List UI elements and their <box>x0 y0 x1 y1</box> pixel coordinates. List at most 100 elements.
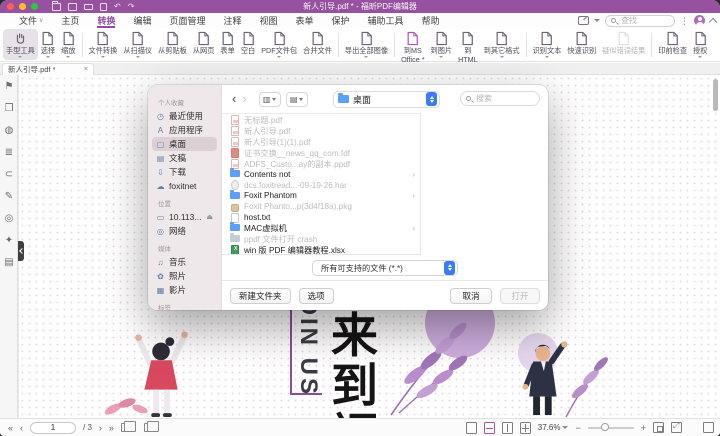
menu-item[interactable]: 保护 <box>323 13 359 28</box>
first-page-icon[interactable]: « <box>8 423 13 433</box>
sidebar-item[interactable]: ▢桌面 <box>152 137 217 151</box>
back-icon[interactable]: ‹ <box>232 92 236 106</box>
ribbon-tool[interactable]: 从网页 <box>190 29 218 60</box>
sidebar-item[interactable]: Ａ应用程序 <box>152 123 217 137</box>
undo-icon[interactable]: ↶ <box>114 0 121 13</box>
tab-close-icon[interactable]: × <box>84 66 88 73</box>
menu-item[interactable]: 编辑 <box>124 13 160 28</box>
zoom-slider[interactable] <box>588 427 634 429</box>
cancel-button[interactable]: 取消 <box>450 288 492 304</box>
sidebar-item[interactable]: ⇩下载 <box>152 165 217 179</box>
forward-icon[interactable]: › <box>242 92 246 106</box>
file-row[interactable]: Foxit Phantom› <box>222 191 420 202</box>
reading-mode-icon[interactable] <box>703 422 714 433</box>
ribbon-tool[interactable]: PDF文件包 <box>258 29 300 60</box>
sidebar-item[interactable]: ♫音乐 <box>152 255 217 269</box>
zoom-in-icon[interactable]: + <box>641 423 646 433</box>
sidebar-item[interactable]: ◷最近使用 <box>152 109 217 123</box>
ribbon-tool[interactable]: 从扫描仪 <box>120 29 155 60</box>
zoom-level[interactable]: 37.6% <box>538 423 569 432</box>
menu-item[interactable]: 辅助工具 <box>359 13 413 28</box>
single-page-view-icon[interactable] <box>466 422 477 434</box>
menu-item[interactable]: 文件∨ <box>10 13 52 28</box>
ribbon-tool[interactable]: 识别文本 <box>530 29 565 60</box>
page-number-input[interactable] <box>30 422 76 434</box>
ribbon-tool[interactable]: 缩放 <box>58 29 78 60</box>
zoom-out-icon[interactable]: − <box>575 423 580 433</box>
ribbon-tool[interactable]: 快速识别 <box>564 29 599 60</box>
sidebar-item[interactable]: ▭10.113...⏏ <box>152 210 217 224</box>
form-fields-icon[interactable]: ▤ <box>0 251 18 273</box>
zoom-slider-knob[interactable] <box>601 423 609 431</box>
file-row[interactable]: MAC虚拟机› <box>222 223 420 234</box>
ribbon-tool[interactable]: 从剪贴板 <box>155 29 190 60</box>
ribbon-tool[interactable]: 手型工具 <box>3 29 38 60</box>
continuous-view-icon[interactable] <box>484 422 495 434</box>
search-box[interactable] <box>605 15 675 27</box>
vertical-scrollbar[interactable] <box>712 77 719 416</box>
last-page-icon[interactable]: » <box>109 423 114 433</box>
sign-dropdown-icon[interactable] <box>594 19 600 22</box>
zoom-window-button[interactable] <box>31 3 38 10</box>
bookmark-icon[interactable]: ⚑ <box>0 75 18 97</box>
save-icon[interactable] <box>68 3 77 11</box>
menu-item[interactable]: 帮助 <box>413 13 449 28</box>
next-view-icon[interactable] <box>144 423 154 432</box>
ribbon-tool[interactable]: 文件转换 <box>86 29 121 60</box>
open-folder-icon[interactable] <box>52 3 61 11</box>
search-input[interactable] <box>619 15 669 26</box>
eject-icon[interactable]: ⏏ <box>206 213 213 221</box>
fit-screen-icon[interactable] <box>671 422 682 433</box>
ribbon-tool[interactable]: 到其它格式 <box>481 29 523 60</box>
page-thumbnails-icon[interactable]: ❐ <box>0 97 18 119</box>
prev-view-icon[interactable] <box>121 423 131 432</box>
file-row[interactable]: Foxit Phanto...p(3d4f18a).pkg <box>222 201 420 212</box>
sign-icon[interactable] <box>578 16 589 25</box>
facing-view-icon[interactable] <box>502 422 513 434</box>
file-row[interactable]: ppdf 文件打开 crash <box>222 234 420 245</box>
sidebar-item[interactable]: ▦影片 <box>152 283 217 297</box>
dialog-search-input[interactable] <box>474 93 534 104</box>
file-row[interactable]: ADFS_Custo...ay的副本.ppdf <box>222 158 420 169</box>
new-folder-button[interactable]: 新建文件夹 <box>230 288 291 304</box>
minimize-window-button[interactable] <box>19 3 26 10</box>
file-row[interactable]: 新人引导(1)(1).pdf <box>222 137 420 148</box>
file-row[interactable]: host.txt <box>222 212 420 223</box>
options-button[interactable]: 选项 <box>299 288 334 304</box>
print-icon[interactable] <box>84 4 93 10</box>
file-format-dropdown[interactable]: 所有可支持的文件 (*.*) <box>312 260 458 276</box>
collapse-ribbon-icon[interactable] <box>709 18 717 26</box>
close-window-button[interactable] <box>7 3 14 10</box>
document-icon[interactable] <box>100 3 107 11</box>
signature-icon[interactable]: ✎ <box>0 185 18 207</box>
file-row[interactable]: dcs.foxitread...-09-19-26.har <box>222 180 420 191</box>
sidebar-item[interactable]: ☁foxitnet <box>152 179 217 193</box>
ribbon-tool[interactable]: 导出全部图像 <box>342 29 391 60</box>
open-button[interactable]: 打开 <box>500 288 540 304</box>
account-avatar[interactable] <box>694 15 705 26</box>
file-row[interactable]: 无标题.pdf <box>222 115 420 126</box>
file-row[interactable]: win 版 PDF 编辑器教程.xlsx <box>222 245 420 255</box>
prev-page-icon[interactable]: ‹ <box>20 423 23 433</box>
redo-icon[interactable]: ↷ <box>128 0 135 13</box>
destinations-icon[interactable]: ◎ <box>0 207 18 229</box>
menu-item[interactable]: 视图 <box>251 13 287 28</box>
attachments-icon[interactable]: ⊂ <box>0 163 18 185</box>
group-view-button[interactable]: ▤ <box>286 92 308 107</box>
ribbon-tool[interactable]: 到MSOffice * <box>398 29 427 60</box>
quad-view-icon[interactable] <box>520 422 531 434</box>
file-row[interactable]: 新人引导.pdf <box>222 126 420 137</box>
ribbon-tool[interactable]: 选择 <box>38 29 58 60</box>
ribbon-tool[interactable]: 授权 <box>690 29 710 60</box>
document-tab[interactable]: 新人引导.pdf * × <box>2 63 94 75</box>
comments-icon[interactable]: ◍ <box>0 119 18 141</box>
menu-item[interactable]: 主页 <box>52 13 88 28</box>
sidebar-item[interactable]: ✿照片 <box>152 269 217 283</box>
menu-item[interactable]: 表单 <box>287 13 323 28</box>
scrollbar-thumb[interactable] <box>713 79 718 111</box>
ribbon-tool[interactable]: 印前检查 <box>655 29 690 60</box>
file-row[interactable]: Contents not› <box>222 169 420 180</box>
panel-collapse-handle[interactable] <box>18 241 24 261</box>
sidebar-item[interactable]: ◎网络 <box>152 224 217 238</box>
ribbon-tool[interactable]: 合并文件 <box>300 29 335 60</box>
